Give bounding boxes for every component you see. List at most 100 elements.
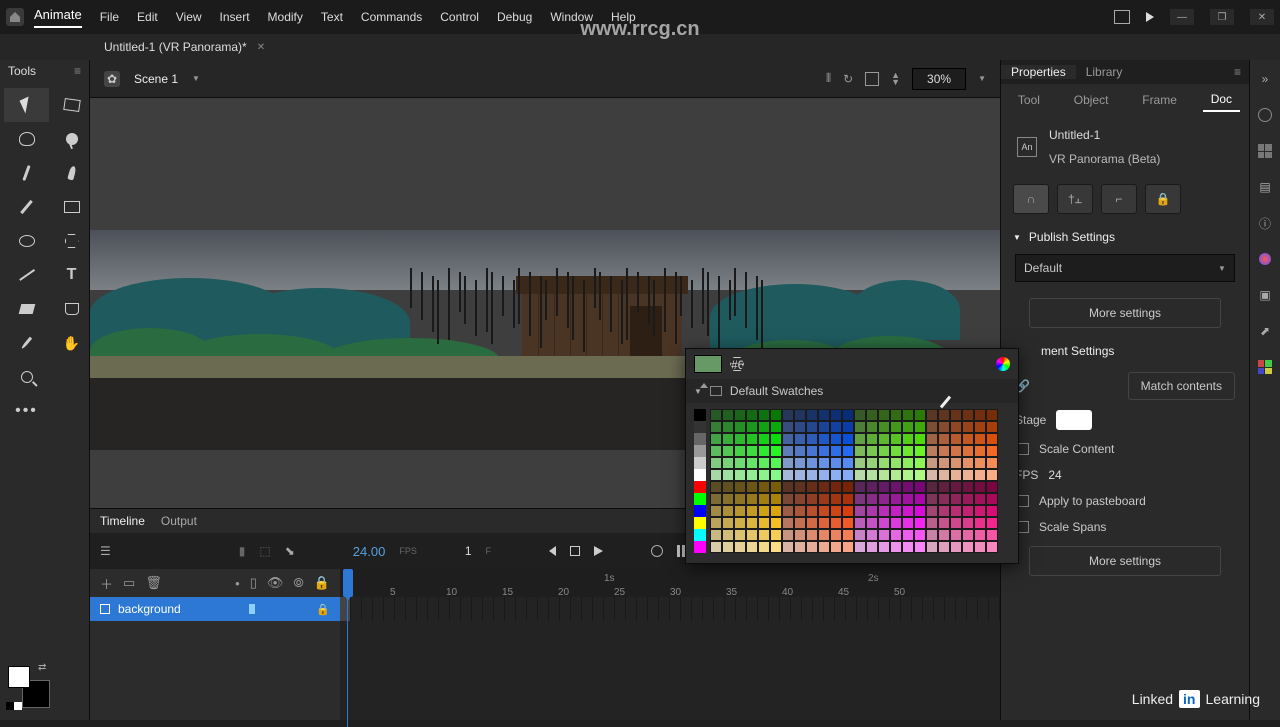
step-back-icon[interactable] (549, 546, 556, 556)
swatch-grid[interactable] (710, 409, 998, 553)
menu-file[interactable]: File (100, 10, 119, 24)
snapping-icon[interactable]: ⫴ (826, 71, 831, 86)
menu-modify[interactable]: Modify (268, 10, 303, 24)
stop-icon[interactable] (570, 546, 580, 556)
menu-insert[interactable]: Insert (220, 10, 250, 24)
playhead[interactable] (343, 569, 353, 597)
no-color-icon[interactable] (700, 383, 708, 388)
tab-timeline[interactable]: Timeline (100, 514, 145, 528)
document-tab[interactable]: Untitled-1 (VR Panorama)* (98, 40, 253, 54)
ruler-button[interactable]: ⌐ (1101, 184, 1137, 214)
layer-depth-icon[interactable]: ⬚ (259, 544, 270, 558)
profile-select[interactable]: Default▼ (1015, 254, 1235, 282)
tab-properties[interactable]: Properties (1001, 65, 1076, 79)
layer-outline-icon[interactable]: ▯ (250, 575, 257, 591)
paint-brush-tool[interactable] (49, 156, 94, 190)
tab-output[interactable]: Output (161, 514, 197, 528)
polystar-tool[interactable] (49, 224, 94, 258)
graph-icon[interactable]: ⬊ (285, 544, 295, 558)
hex-value[interactable]: #669966 (730, 357, 744, 371)
free-transform-tool[interactable] (49, 88, 94, 122)
menu-edit[interactable]: Edit (137, 10, 158, 24)
brush-tool[interactable] (4, 156, 49, 190)
basic-colors-column[interactable] (694, 409, 706, 553)
swap-colors-icon[interactable]: ⇄ (38, 662, 46, 673)
menu-commands[interactable]: Commands (361, 10, 422, 24)
clip-icon[interactable] (865, 72, 879, 86)
camera-icon[interactable]: ▮ (239, 544, 246, 558)
pin-tool[interactable] (49, 122, 94, 156)
scene-dropdown-icon[interactable]: ▼ (192, 74, 200, 83)
paint-bucket-tool[interactable] (49, 292, 94, 326)
reveal-icon[interactable]: » (1256, 70, 1274, 88)
align-button[interactable]: †⫠ (1057, 184, 1093, 214)
rotate-icon[interactable]: ↻ (843, 72, 853, 86)
layer-lock-icon[interactable]: 🔒 (314, 575, 330, 591)
hand-tool[interactable]: ✋ (49, 326, 94, 360)
zoom-dropdown-icon[interactable]: ▼ (978, 74, 986, 83)
zoom-value[interactable]: 30% (912, 68, 966, 90)
layer-visibility2-icon[interactable]: ⦾ (293, 575, 303, 591)
more-settings-button[interactable]: More settings (1029, 298, 1221, 328)
close-tab-icon[interactable]: ✕ (257, 42, 265, 53)
menu-debug[interactable]: Debug (497, 10, 532, 24)
home-icon[interactable] (6, 8, 24, 26)
line-tool[interactable] (4, 258, 49, 292)
layer-stack-icon[interactable]: ☰ (100, 544, 111, 558)
selection-tool[interactable] (4, 88, 49, 122)
new-folder-icon[interactable]: ▭ (123, 575, 135, 591)
pencil-tool[interactable] (4, 190, 49, 224)
edit-toolbar[interactable]: ••• (4, 394, 49, 428)
color-wheel-icon[interactable] (996, 357, 1010, 371)
stage-color-swatch[interactable] (1056, 410, 1092, 430)
layer-row-background[interactable]: background 🔒 (90, 597, 340, 621)
lasso-tool[interactable] (4, 122, 49, 156)
mode-tool[interactable]: Tool (1010, 89, 1048, 111)
align-panel-icon[interactable] (1256, 142, 1274, 160)
frame-track[interactable] (340, 597, 1000, 621)
delete-layer-icon[interactable]: 🗑 (145, 575, 162, 591)
fps-value[interactable]: 24 (1048, 468, 1061, 482)
document-settings-header[interactable]: ment Settings (1001, 334, 1249, 368)
transform-panel-icon[interactable]: ▣ (1256, 286, 1274, 304)
edit-scene-icon[interactable]: ✿ (104, 71, 120, 87)
rectangle-tool[interactable] (49, 190, 94, 224)
oval-tool[interactable] (4, 224, 49, 258)
panel-menu-icon[interactable]: ≡ (74, 64, 81, 78)
maximize-button[interactable]: ❐ (1210, 9, 1234, 25)
eyedropper-icon[interactable] (938, 395, 956, 413)
edit-multiple-icon[interactable] (677, 545, 685, 557)
menu-help[interactable]: Help (611, 10, 636, 24)
onion-skin-icon[interactable] (651, 545, 663, 557)
history-icon[interactable]: ⬈ (1256, 322, 1274, 340)
match-contents-button[interactable]: Match contents (1128, 372, 1235, 400)
mode-doc[interactable]: Doc (1203, 88, 1240, 112)
stroke-color-swatch[interactable] (8, 666, 30, 688)
zoom-stepper-icon[interactable]: ▲▼ (891, 72, 900, 86)
menu-control[interactable]: Control (440, 10, 479, 24)
menu-view[interactable]: View (176, 10, 202, 24)
tab-library[interactable]: Library (1076, 65, 1133, 79)
text-tool[interactable]: T (49, 258, 94, 292)
mode-frame[interactable]: Frame (1134, 89, 1185, 111)
menu-window[interactable]: Window (550, 10, 593, 24)
layer-highlight-icon[interactable]: • (235, 576, 240, 591)
publish-settings-header[interactable]: ▼Publish Settings (1001, 220, 1249, 254)
stroke-fill-swatch[interactable]: ⇄ (8, 666, 52, 710)
step-forward-icon[interactable] (594, 546, 603, 556)
info-icon[interactable]: ⓘ (1256, 214, 1274, 232)
close-button[interactable]: ✕ (1250, 9, 1274, 25)
minimize-button[interactable]: — (1170, 9, 1194, 25)
color-icon[interactable] (1256, 250, 1274, 268)
timeline-ruler[interactable]: 1s 2s 5 10 15 20 25 30 35 40 45 50 (340, 569, 1000, 597)
panel-menu-icon[interactable]: ≡ (1224, 65, 1249, 79)
lock-button[interactable]: 🔒 (1145, 184, 1181, 214)
library-panel-icon[interactable]: ▤ (1256, 178, 1274, 196)
eraser-tool[interactable] (4, 292, 49, 326)
more-settings-button-2[interactable]: More settings (1029, 546, 1221, 576)
assets-icon[interactable] (1256, 106, 1274, 124)
menu-text[interactable]: Text (321, 10, 343, 24)
test-movie-icon[interactable] (1146, 12, 1154, 22)
eyedropper-tool[interactable] (4, 326, 49, 360)
snap-button[interactable]: ∩ (1013, 184, 1049, 214)
